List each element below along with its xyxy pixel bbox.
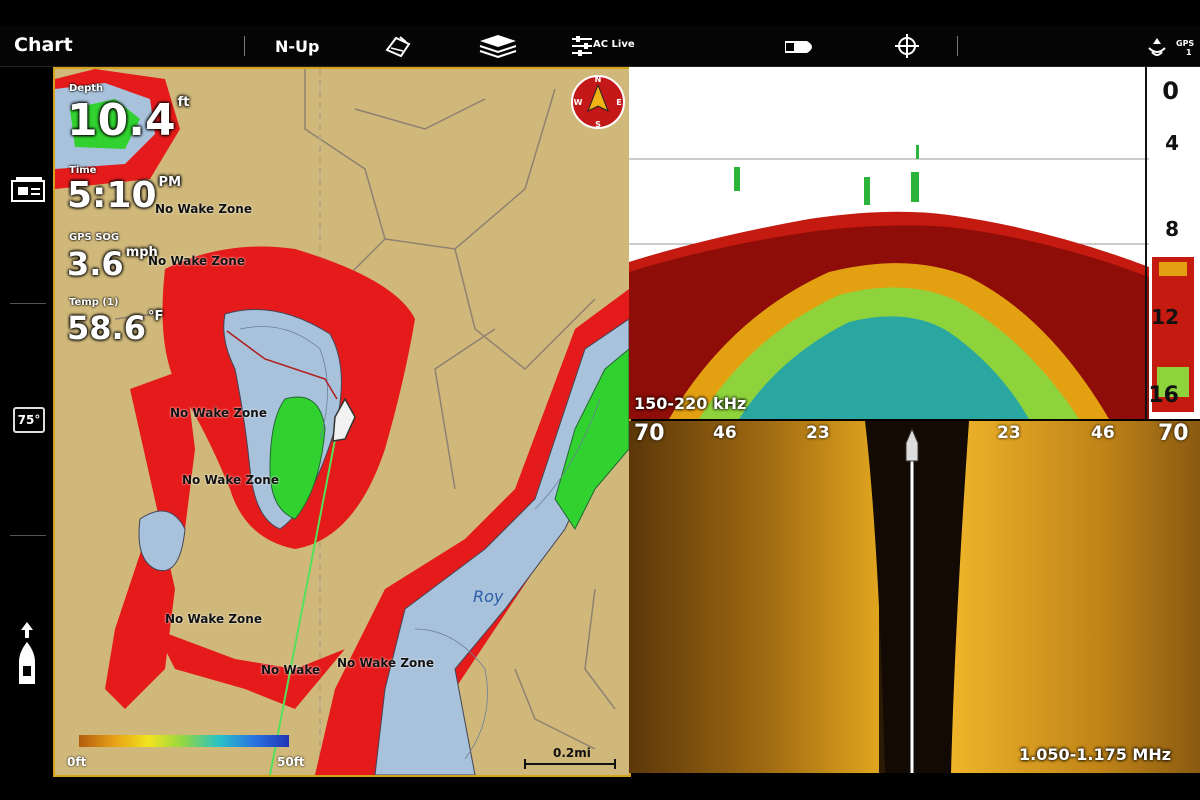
range-label: 70 — [634, 421, 665, 446]
top-bar: Chart N-Up AC Live GPS 1 — [0, 26, 1200, 67]
place-name: Roy — [473, 587, 504, 606]
depth-tick: 8 — [1165, 217, 1179, 241]
sonar-frequency: 150-220 kHz — [634, 394, 747, 413]
svg-text:W: W — [574, 98, 583, 107]
range-label: 70 — [1158, 421, 1189, 446]
boat-icon[interactable] — [783, 39, 819, 59]
scale-max: 50ft — [277, 755, 305, 769]
range-label: 23 — [806, 423, 830, 443]
boat-up-icon[interactable] — [16, 622, 38, 690]
side-imaging-frequency: 1.050-1.175 MHz — [1019, 745, 1172, 764]
chart-pane[interactable]: N S W E Depth 10.4 ft Time 5:10 PM GPS SOG… — [53, 67, 631, 777]
sog-readout: 3.6 mph — [67, 245, 158, 283]
divider — [244, 36, 245, 56]
distance-scale: 0.2mi — [553, 746, 591, 760]
layers-icon[interactable] — [478, 34, 518, 62]
depth-tick: 12 — [1151, 305, 1179, 329]
depth-tick: 4 — [1165, 131, 1179, 155]
svg-text:N: N — [595, 75, 602, 84]
orientation-button[interactable]: N-Up — [275, 37, 319, 56]
temp-readout: 58.6 °F — [67, 309, 164, 347]
depth-tick: 0 — [1162, 77, 1179, 105]
divider — [10, 303, 46, 304]
range-label: 46 — [713, 423, 737, 443]
svg-text:S: S — [595, 120, 601, 129]
no-wake-label: No Wake — [261, 663, 321, 677]
no-wake-label: No Wake Zone — [337, 656, 434, 670]
temp-label: Temp (1) — [69, 297, 119, 308]
page-title[interactable]: Chart — [14, 34, 73, 56]
no-wake-label: No Wake Zone — [165, 612, 262, 626]
sidebar: 75° — [0, 67, 52, 800]
no-wake-label: No Wake Zone — [148, 254, 245, 268]
side-imaging-pane[interactable]: 70 46 23 23 46 70 1.050-1.175 MHz — [629, 421, 1200, 773]
depth-tick: 16 — [1148, 383, 1179, 408]
crosshair-icon[interactable] — [895, 34, 919, 62]
side-imaging-view[interactable] — [629, 421, 1200, 773]
chart-edit-icon[interactable] — [384, 34, 412, 62]
depth-color-scale — [79, 735, 289, 747]
range-label: 23 — [997, 423, 1021, 443]
depth-label: Depth — [69, 83, 104, 94]
divider — [957, 36, 958, 56]
temp-icon[interactable]: 75° — [13, 407, 45, 433]
ac-live-label[interactable]: AC Live — [593, 39, 635, 50]
scale-min: 0ft — [67, 755, 87, 769]
sonar-pane[interactable]: 0 4 8 12 16 150-220 kHz — [629, 67, 1200, 419]
depth-scale: 0 4 8 12 16 — [1146, 67, 1183, 419]
sonar-view[interactable] — [629, 67, 1200, 419]
settings-sliders-icon[interactable] — [571, 34, 593, 62]
no-wake-label: No Wake Zone — [170, 406, 267, 420]
divider — [10, 535, 46, 536]
screen-icon[interactable] — [10, 175, 46, 207]
range-label: 46 — [1091, 423, 1115, 443]
no-wake-label: No Wake Zone — [182, 473, 279, 487]
gps-status: GPS 1 — [1176, 39, 1195, 57]
sog-label: GPS SOG — [69, 232, 120, 243]
antenna-icon — [1147, 36, 1167, 62]
depth-readout: 10.4 ft — [67, 95, 190, 146]
svg-text:E: E — [616, 98, 621, 107]
no-wake-label: No Wake Zone — [155, 202, 252, 216]
